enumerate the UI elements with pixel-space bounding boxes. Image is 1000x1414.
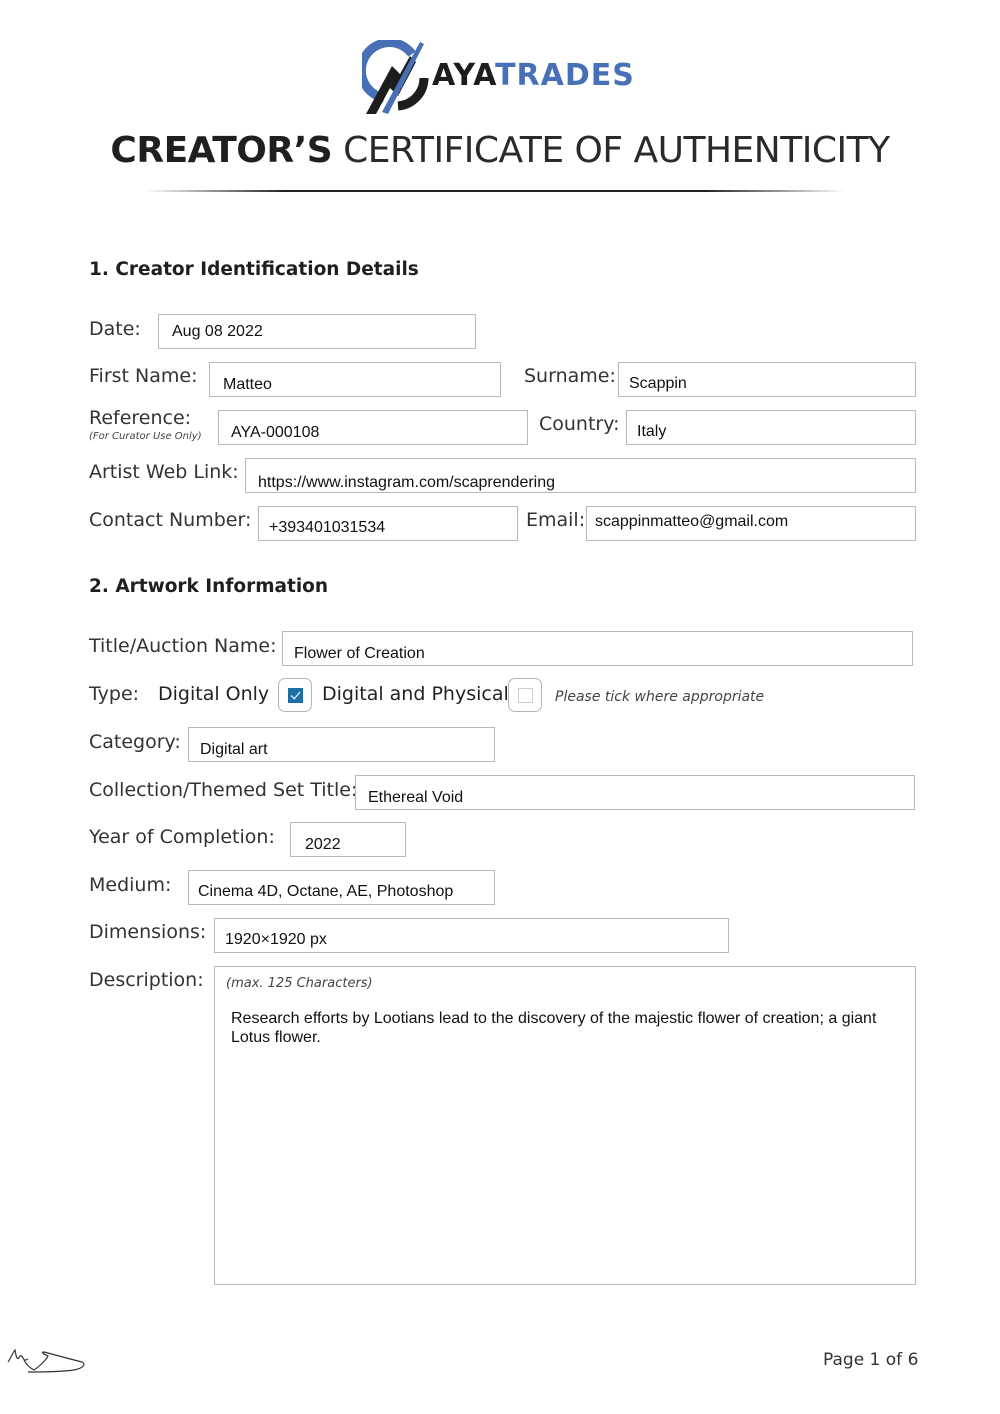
description-hint: (max. 125 Characters) [226, 976, 373, 991]
date-field[interactable]: Aug 08 2022 [158, 314, 476, 349]
category-label: Category: [89, 731, 181, 753]
type-label: Type: [89, 683, 140, 705]
collection-label: Collection/Themed Set Title: [89, 779, 358, 801]
medium-value: Cinema 4D, Octane, AE, Photoshop [198, 883, 454, 900]
reference-field[interactable]: AYA-000108 [218, 410, 528, 445]
section-heading-artwork: 2. Artwork Information [89, 576, 329, 597]
country-value: Italy [637, 423, 667, 440]
year-value: 2022 [305, 836, 341, 853]
collection-value: Ethereal Void [368, 789, 464, 806]
title-value: Flower of Creation [294, 645, 425, 662]
brand-name-part2: TRADES [495, 58, 635, 93]
dimensions-value: 1920×1920 px [225, 931, 327, 948]
first-name-value: Matteo [223, 376, 272, 393]
dimensions-field[interactable]: 1920×1920 px [214, 918, 729, 953]
email-field[interactable]: scappinmatteo@gmail.com [586, 506, 916, 541]
title-label: Title/Auction Name: [89, 635, 277, 657]
checkmark-icon [290, 691, 301, 700]
email-value: scappinmatteo@gmail.com [595, 513, 789, 530]
type-option-digital-physical-label: Digital and Physical [322, 683, 509, 705]
digital-only-checkbox[interactable] [278, 678, 312, 712]
web-link-value: https://www.instagram.com/scaprendering [258, 474, 556, 491]
contact-number-label: Contact Number: [89, 509, 252, 531]
section-heading-creator: 1. Creator Identification Details [89, 259, 419, 280]
medium-field[interactable]: Cinema 4D, Octane, AE, Photoshop [188, 870, 495, 905]
description-field[interactable]: (max. 125 Characters) Research efforts b… [214, 966, 916, 1285]
title-field[interactable]: Flower of Creation [282, 631, 913, 666]
date-value: Aug 08 2022 [172, 323, 263, 340]
first-name-field[interactable]: Matteo [209, 362, 501, 397]
date-label: Date: [89, 318, 141, 340]
contact-number-value: +393401031534 [269, 519, 386, 536]
dimensions-label: Dimensions: [89, 921, 207, 943]
surname-value: Scappin [629, 375, 687, 392]
first-name-label: First Name: [89, 365, 198, 387]
reference-label: Reference: [89, 407, 192, 429]
page-title: CREATOR’S CERTIFICATE OF AUTHENTICITY [0, 130, 1000, 171]
reference-sublabel: (For Curator Use Only) [89, 431, 202, 442]
title-divider [145, 190, 845, 192]
reference-value: AYA-000108 [231, 424, 320, 441]
type-hint: Please tick where appropriate [555, 689, 765, 705]
year-field[interactable]: 2022 [290, 822, 406, 857]
contact-number-field[interactable]: +393401031534 [258, 506, 518, 541]
page-number: Page 1 of 6 [823, 1350, 919, 1370]
medium-label: Medium: [89, 874, 172, 896]
page-title-light: CERTIFICATE OF AUTHENTICITY [343, 130, 890, 171]
country-field[interactable]: Italy [626, 410, 916, 445]
page-title-bold: CREATOR’S [110, 130, 333, 171]
digital-physical-checkbox[interactable] [508, 678, 542, 712]
year-label: Year of Completion: [89, 826, 275, 848]
checkbox-fill [288, 688, 303, 703]
surname-label: Surname: [524, 365, 616, 387]
country-label: Country: [539, 413, 620, 435]
surname-field[interactable]: Scappin [618, 362, 916, 397]
collection-field[interactable]: Ethereal Void [355, 775, 915, 810]
category-value: Digital art [200, 741, 268, 758]
category-field[interactable]: Digital art [188, 727, 495, 762]
web-link-field[interactable]: https://www.instagram.com/scaprendering [245, 458, 916, 493]
email-label: Email: [526, 509, 586, 531]
description-label: Description: [89, 969, 204, 991]
signature-icon [7, 1348, 85, 1373]
brand-name-part1: AYA [432, 58, 496, 93]
description-value: Research efforts by Lootians lead to the… [231, 1010, 877, 1046]
type-option-digital-only-label: Digital Only [158, 683, 270, 705]
web-link-label: Artist Web Link: [89, 461, 239, 483]
checkbox-empty [518, 688, 533, 703]
brand-name: AYATRADES [432, 58, 635, 93]
